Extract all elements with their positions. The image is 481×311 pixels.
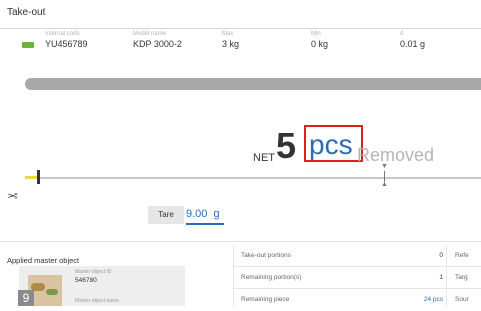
title-bar: Take-out [0,0,481,29]
reading-value: 5 [276,125,297,166]
max-label: Max [222,31,234,37]
master-object-id-value: 546780 [75,277,97,284]
max-value: 3 kg [222,39,240,49]
min-value: 0 kg [311,39,329,49]
row-label: Remaining portion(s) [241,274,302,281]
tare-input[interactable]: 9.00 g [186,205,224,225]
reading-status: Removed [357,145,435,165]
internal-code-value: YU456789 [45,39,88,49]
unit-highlight-box [304,125,363,162]
threshold-marker-bottom-icon: ▲ [381,181,388,188]
section-divider [0,241,481,242]
master-object-id-label: Master object ID [75,269,112,275]
row-extra-label: Targ [455,274,468,281]
d-value: 0.01 g [400,39,426,49]
table-row: Remaining portion(s) 1 Targ [233,267,481,289]
master-object-name-label: Master object name [75,298,119,304]
progress-track [39,176,481,179]
applied-master-heading: Applied master object [7,256,80,265]
tare-label: Tare [148,206,184,224]
progress-marker[interactable] [37,170,40,184]
step-badge: 9 [18,290,34,306]
d-label: d [400,31,404,37]
model-name-value: KDP 3000-2 [133,39,182,49]
threshold-marker-icon: ▼ [381,163,388,170]
row-extra-label: Sour [455,296,469,303]
window-title: Take-out [7,7,46,18]
table-row: Remaining piece 24 pcs Sour [233,289,481,311]
row-value: 0 [439,252,443,259]
tare-unit: g [213,208,220,220]
internal-code-label: Internal code [45,31,80,37]
net-label: NET [253,152,275,164]
row-value: 24 pcs [423,296,443,303]
model-name-label: Model name [133,31,167,37]
row-value: 1 [439,274,443,281]
threshold-line [384,171,385,182]
row-label: Take-out portions [241,252,291,259]
load-bar [25,78,481,90]
tare-value: 9.00 [186,208,208,220]
scale-status-icon [22,42,34,48]
row-extra-label: Refe [455,252,469,259]
scissors-icon[interactable]: ✂ [7,187,18,203]
table-row: Take-out portions 0 Refe [233,245,481,267]
min-label: Min [311,31,321,37]
row-label: Remaining piece [241,296,290,303]
